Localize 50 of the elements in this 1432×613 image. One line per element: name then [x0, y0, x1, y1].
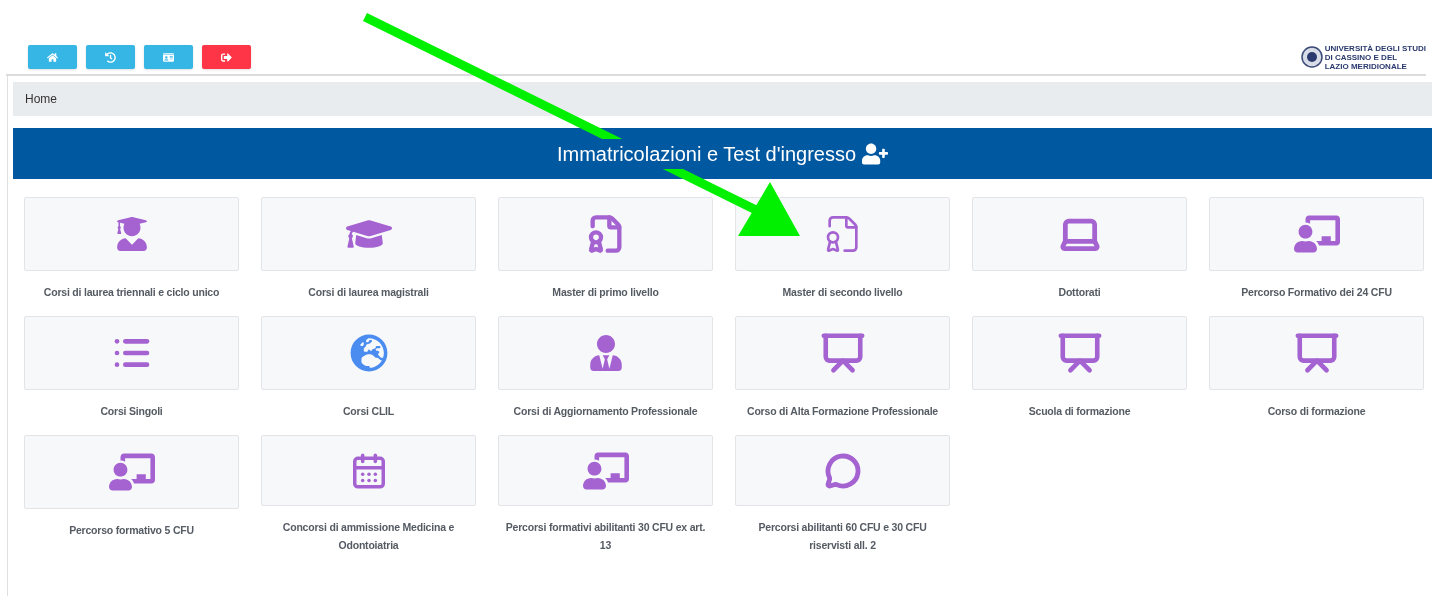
course-label[interactable]: Master di secondo livello — [778, 283, 907, 301]
course-label[interactable]: Concorsi di ammissione Medicina e Odontoiatria — [261, 518, 476, 554]
course-tile[interactable] — [972, 197, 1187, 271]
id-card-button[interactable] — [144, 45, 193, 69]
course-label[interactable]: Master di primo livello — [548, 283, 663, 301]
id-card-icon — [163, 51, 174, 63]
course-label[interactable]: Corsi di laurea magistrali — [304, 283, 433, 301]
course-tile[interactable] — [1209, 197, 1424, 271]
course-tile[interactable] — [498, 197, 713, 271]
breadcrumb-home[interactable]: Home — [25, 90, 57, 108]
course-tile[interactable] — [498, 435, 713, 506]
panel-title: Immatricolazioni e Test d'ingresso — [556, 138, 857, 169]
course-tile[interactable] — [735, 435, 950, 506]
course-tile[interactable] — [972, 316, 1187, 390]
course-label[interactable]: Dottorati — [1054, 283, 1105, 301]
course-tile[interactable] — [498, 316, 713, 390]
presentation-icon — [1293, 330, 1340, 376]
university-seal-icon — [1300, 46, 1323, 68]
chat-bubble-icon — [824, 452, 861, 489]
presentation-icon — [819, 330, 866, 376]
home-button[interactable] — [28, 45, 77, 69]
course-label[interactable]: Percorso Formativo dei 24 CFU — [1237, 283, 1396, 301]
course-label[interactable]: Percorsi abilitanti 60 CFU e 30 CFU riservisti all. 2 — [735, 518, 950, 554]
home-icon — [47, 51, 58, 63]
course-label[interactable]: Scuola di formazione — [1024, 402, 1135, 420]
course-tile[interactable] — [261, 197, 476, 271]
course-label[interactable]: Percorsi formativi abilitanti 30 CFU ex art. 13 — [498, 518, 713, 554]
presentation-icon — [1056, 330, 1103, 376]
globe-icon — [349, 334, 388, 372]
course-tile[interactable] — [1209, 316, 1424, 390]
course-label[interactable]: Corso di Alta Formazione Professionale — [743, 402, 942, 420]
course-tile[interactable] — [261, 435, 476, 506]
university-name: UNIVERSITÀ DEGLI STUDI DI CASSINO E DEL LAZIO MERIDIONALE — [1324, 43, 1426, 71]
course-label[interactable]: Corso di formazione — [1263, 402, 1370, 420]
course-label[interactable]: Corsi Singoli — [96, 402, 167, 420]
course-tile[interactable] — [24, 435, 239, 509]
course-tile[interactable] — [24, 197, 239, 271]
graduate-icon — [114, 217, 149, 251]
course-tile[interactable] — [24, 316, 239, 390]
course-tile[interactable] — [261, 316, 476, 390]
user-tie-icon — [587, 335, 624, 371]
logout-icon — [221, 51, 232, 63]
course-label[interactable]: Percorso formativo 5 CFU — [65, 521, 198, 539]
course-label[interactable]: Corsi di Aggiornamento Professionale — [509, 402, 702, 420]
history-button[interactable] — [86, 45, 135, 69]
course-label[interactable]: Corsi di laurea triennali e ciclo unico — [39, 283, 224, 301]
course-tile[interactable] — [735, 316, 950, 390]
history-icon — [105, 51, 116, 63]
course-label[interactable]: Corsi CLIL — [338, 402, 399, 420]
logout-button[interactable] — [202, 45, 251, 69]
